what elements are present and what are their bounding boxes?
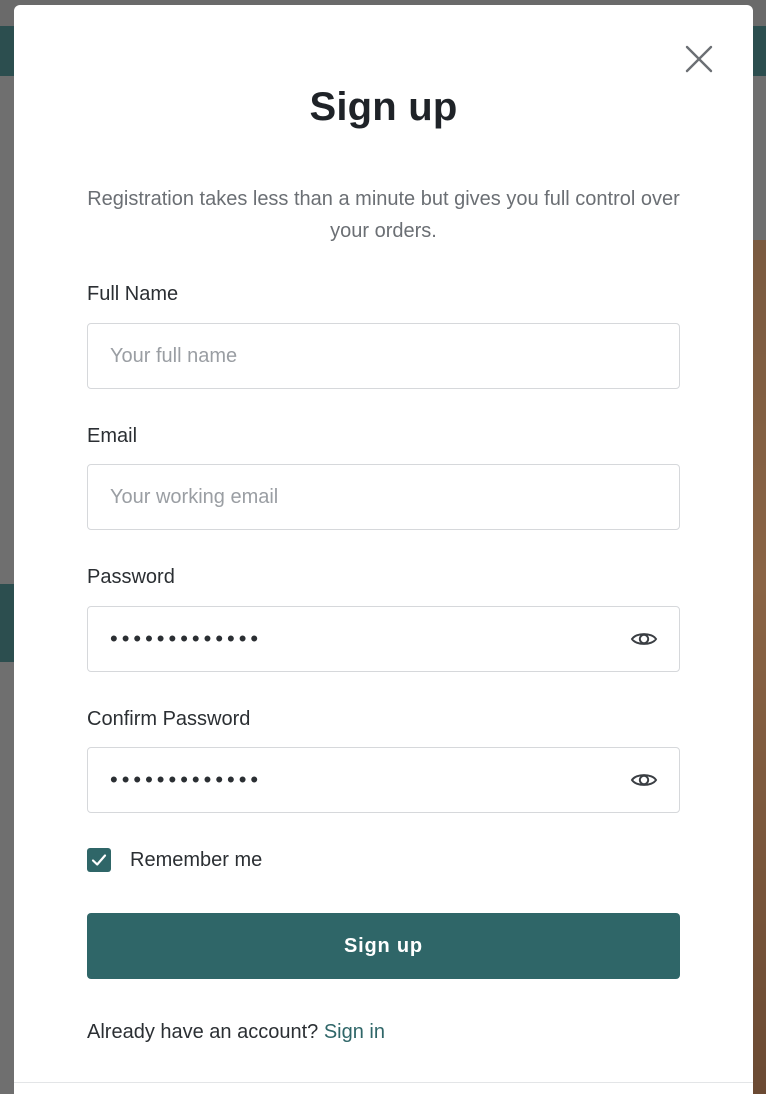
email-input[interactable] — [87, 464, 680, 530]
confirm-password-label: Confirm Password — [87, 708, 251, 730]
confirm-password-input[interactable] — [87, 747, 680, 813]
background-image-strip — [752, 240, 766, 1094]
checkmark-icon — [91, 854, 107, 866]
signup-modal: Sign up Registration takes less than a m… — [14, 5, 753, 1094]
eye-icon[interactable] — [629, 624, 659, 654]
remember-me-checkbox[interactable] — [87, 848, 111, 872]
sign-in-link[interactable]: Sign in — [324, 1021, 385, 1043]
modal-footer-divider — [14, 1082, 753, 1083]
password-input[interactable] — [87, 606, 680, 672]
full-name-label: Full Name — [87, 283, 179, 305]
password-label: Password — [87, 566, 175, 588]
password-visibility-toggle[interactable] — [629, 624, 659, 654]
sign-in-prompt: Already have an account? Sign in — [87, 1021, 385, 1044]
sign-in-prompt-text: Already have an account? — [87, 1021, 319, 1043]
eye-icon[interactable] — [629, 765, 659, 795]
close-button[interactable] — [685, 45, 713, 73]
background-side-block — [0, 584, 14, 662]
close-icon[interactable] — [685, 45, 713, 73]
sign-up-button[interactable]: Sign up — [87, 913, 680, 979]
full-name-input[interactable] — [87, 323, 680, 389]
email-label: Email — [87, 425, 138, 447]
confirm-password-visibility-toggle[interactable] — [629, 765, 659, 795]
modal-title: Sign up — [309, 85, 458, 129]
modal-subtitle: Registration takes less than a minute bu… — [87, 188, 680, 242]
remember-me-label[interactable]: Remember me — [130, 849, 262, 872]
remember-me-row: Remember me — [87, 848, 262, 872]
